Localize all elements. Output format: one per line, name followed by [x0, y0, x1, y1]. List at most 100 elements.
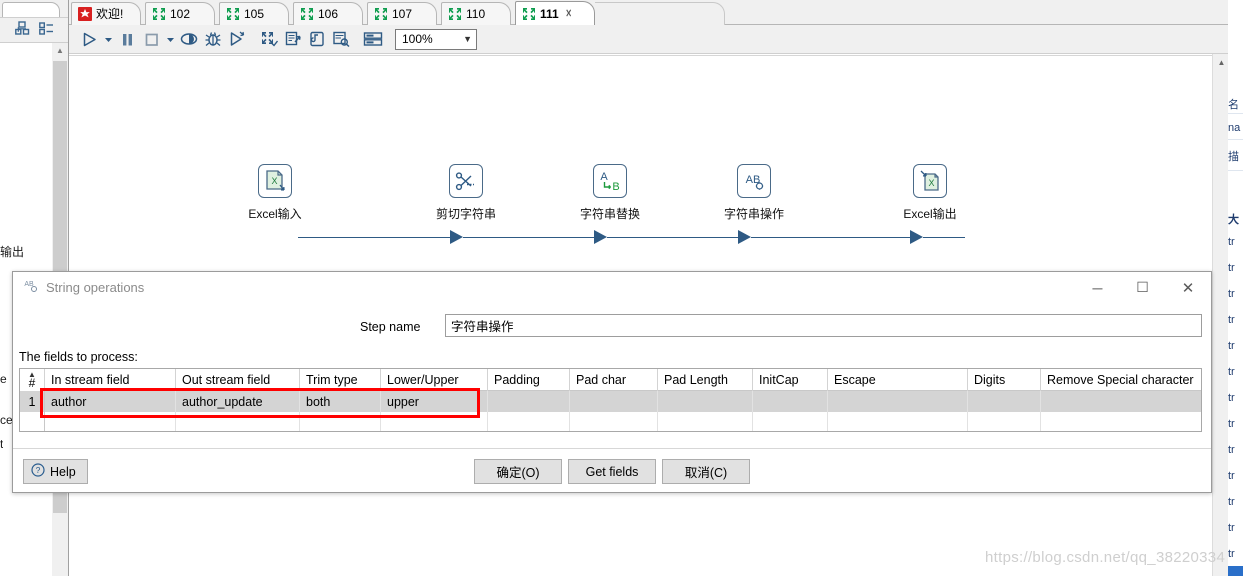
cell-digits[interactable]: [968, 412, 1041, 431]
stop-dropdown-caret-icon[interactable]: [163, 27, 177, 51]
step-excel-output[interactable]: X Excel输出: [885, 164, 975, 222]
stop-icon[interactable]: [139, 27, 163, 51]
tab-106[interactable]: 106: [293, 2, 363, 25]
cell-out-stream-field[interactable]: author_update: [176, 391, 300, 412]
step-cut-string[interactable]: 剪切字符串: [421, 164, 511, 222]
column-header-rownum[interactable]: ▲ #: [20, 369, 45, 391]
cell-out-stream-field[interactable]: [176, 412, 300, 431]
preview-icon[interactable]: [177, 27, 201, 51]
hop-line[interactable]: [489, 237, 599, 238]
cell-trim-type[interactable]: [300, 412, 381, 431]
hop-line[interactable]: [923, 237, 965, 238]
tab-label: 106: [318, 7, 339, 21]
step-label: Excel输入: [248, 207, 302, 221]
column-header-digits[interactable]: Digits: [968, 369, 1041, 391]
column-header-in-stream-field[interactable]: In stream field: [45, 369, 176, 391]
transformation-icon: [522, 7, 536, 21]
cell-pad-length[interactable]: [658, 391, 753, 412]
cell-lower-upper[interactable]: upper: [381, 391, 488, 412]
hop-line[interactable]: [298, 237, 450, 238]
column-header-pad-char[interactable]: Pad char: [570, 369, 658, 391]
column-header-remove-special-character[interactable]: Remove Special character: [1041, 369, 1201, 391]
run-dropdown-caret-icon[interactable]: [101, 27, 115, 51]
excel-output-icon[interactable]: X: [913, 164, 947, 198]
zoom-select[interactable]: 100% ▼: [395, 28, 477, 50]
cell-digits[interactable]: [968, 391, 1041, 412]
background-text: tr: [1228, 262, 1235, 274]
dialog-title-bar[interactable]: AB String operations: [13, 272, 1211, 303]
cell-pad-length[interactable]: [658, 412, 753, 431]
cut-string-icon[interactable]: [449, 164, 483, 198]
cell-in-stream-field[interactable]: [45, 412, 176, 431]
cell-initcap[interactable]: [753, 412, 828, 431]
ok-button[interactable]: 确定(O): [474, 459, 562, 484]
sniff-icon[interactable]: [257, 27, 281, 51]
step-string-operations[interactable]: AB 字符串操作: [709, 164, 799, 222]
excel-input-icon[interactable]: X: [258, 164, 292, 198]
get-fields-button[interactable]: Get fields: [568, 459, 656, 484]
maximize-icon[interactable]: ☐: [1120, 272, 1165, 303]
replace-string-icon[interactable]: A B: [593, 164, 627, 198]
step-name-input[interactable]: 字符串操作: [445, 314, 1202, 337]
cell-in-stream-field[interactable]: author: [45, 391, 176, 412]
step-label: Excel输出: [903, 207, 957, 221]
tab-110[interactable]: 110: [441, 2, 511, 25]
tree-view-icon[interactable]: [14, 21, 30, 39]
step-excel-input[interactable]: X Excel输入: [230, 164, 320, 222]
inspect-icon[interactable]: [329, 27, 353, 51]
cell-pad-char[interactable]: [570, 412, 658, 431]
close-icon[interactable]: ✕: [1165, 272, 1211, 303]
svg-text:A: A: [600, 171, 608, 183]
table-row[interactable]: [20, 412, 1201, 431]
fields-table[interactable]: ▲ # In stream field Out stream field Tri…: [19, 368, 1202, 432]
canvas-vertical-scrollbar[interactable]: ▲: [1212, 54, 1229, 576]
column-header-padding[interactable]: Padding: [488, 369, 570, 391]
cell-lower-upper[interactable]: [381, 412, 488, 431]
debug-icon[interactable]: [201, 27, 225, 51]
run-icon[interactable]: [77, 27, 101, 51]
column-header-escape[interactable]: Escape: [828, 369, 968, 391]
cancel-button[interactable]: 取消(C): [662, 459, 750, 484]
help-button[interactable]: ? Help: [23, 459, 88, 484]
list-view-icon[interactable]: [38, 21, 54, 39]
cell-remove-special-character[interactable]: [1041, 391, 1201, 412]
column-header-pad-length[interactable]: Pad Length: [658, 369, 753, 391]
tab-107[interactable]: 107: [367, 2, 437, 25]
dialog-title: String operations: [46, 280, 145, 295]
tab-102[interactable]: 102: [145, 2, 215, 25]
tab-105[interactable]: 105: [219, 2, 289, 25]
tab-bar: 欢迎! 102 105 106 107 110 111 ☓: [69, 0, 1231, 25]
cell-padding[interactable]: [488, 391, 570, 412]
tab-111[interactable]: 111 ☓: [515, 1, 595, 25]
cell-padding[interactable]: [488, 412, 570, 431]
background-text: tr: [1228, 392, 1235, 404]
step-replace-string[interactable]: A B 字符串替换: [565, 164, 655, 222]
cell-pad-char[interactable]: [570, 391, 658, 412]
hop-line[interactable]: [777, 237, 911, 238]
cell-escape[interactable]: [828, 412, 968, 431]
table-row[interactable]: 1 author author_update both upper: [20, 391, 1201, 412]
cell-remove-special-character[interactable]: [1041, 412, 1201, 431]
cell-trim-type[interactable]: both: [300, 391, 381, 412]
help-button-label: Help: [50, 464, 76, 479]
grid-icon[interactable]: [361, 27, 385, 51]
column-header-out-stream-field[interactable]: Out stream field: [176, 369, 300, 391]
string-operations-icon[interactable]: AB: [737, 164, 771, 198]
column-header-trim-type[interactable]: Trim type: [300, 369, 381, 391]
metrics-icon[interactable]: [305, 27, 329, 51]
column-header-lower-upper[interactable]: Lower/Upper: [381, 369, 488, 391]
pause-icon[interactable]: [115, 27, 139, 51]
chevron-down-icon[interactable]: ▼: [463, 34, 472, 44]
close-icon[interactable]: ☓: [566, 7, 572, 20]
background-fragment: t: [0, 437, 4, 451]
cell-initcap[interactable]: [753, 391, 828, 412]
minimize-icon[interactable]: ─: [1075, 272, 1120, 303]
tab-bar-trailing: [595, 2, 725, 25]
analyze-icon[interactable]: [281, 27, 305, 51]
hop-line[interactable]: [633, 237, 739, 238]
tab-welcome[interactable]: 欢迎!: [71, 2, 141, 25]
column-header-initcap[interactable]: InitCap: [753, 369, 828, 391]
chevron-up-icon[interactable]: ▲: [52, 43, 68, 59]
cell-escape[interactable]: [828, 391, 968, 412]
replay-icon[interactable]: [225, 27, 249, 51]
